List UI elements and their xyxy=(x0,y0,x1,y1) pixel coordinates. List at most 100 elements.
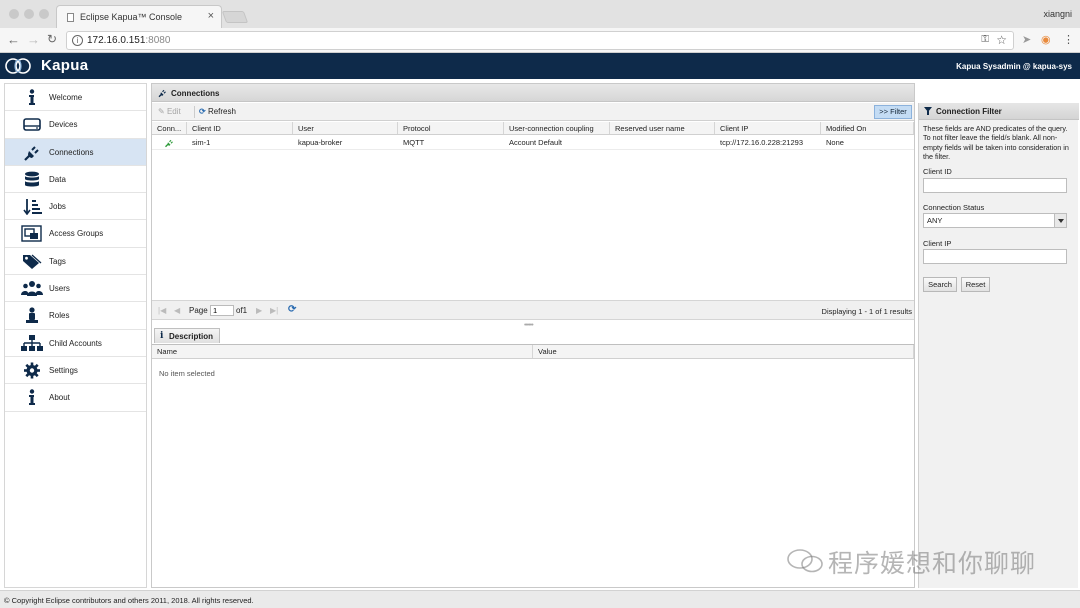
sidebar-item-settings[interactable]: Settings xyxy=(5,357,146,385)
sidebar-item-label: Devices xyxy=(49,120,78,130)
page-of-label: of1 xyxy=(236,306,248,315)
sidebar-item-label: Child Accounts xyxy=(49,338,102,348)
column-header[interactable]: User xyxy=(293,122,398,134)
jobs-icon xyxy=(23,199,42,216)
key-icon[interactable]: ⚿ xyxy=(981,34,989,45)
sidebar-item-tags[interactable]: Tags xyxy=(5,248,146,276)
tab-title: Eclipse Kapua™ Console xyxy=(80,12,183,22)
browser-tab[interactable]: Eclipse Kapua™ Console × xyxy=(56,5,222,28)
column-header[interactable]: User-connection coupling xyxy=(504,122,610,134)
site-info-icon[interactable]: i xyxy=(72,35,83,46)
connection-status-select[interactable]: ANY xyxy=(923,213,1067,228)
window-minimize-dot[interactable] xyxy=(24,9,34,19)
cell-coupling: Account Default xyxy=(509,138,562,147)
cell-reserved-user xyxy=(610,135,715,149)
filter-description: These fields are AND predicates of the q… xyxy=(923,124,1069,161)
status-cell xyxy=(152,135,187,149)
sidebar-item-label: Users xyxy=(49,284,70,294)
extension-icon[interactable]: ◉ xyxy=(1041,33,1051,46)
tab-description[interactable]: i Description xyxy=(154,328,220,343)
search-button[interactable]: Search xyxy=(923,277,957,292)
sidebar-nav: Welcome Devices Connections Data Jobs Ac… xyxy=(4,83,147,588)
refresh-icon: ⟳ xyxy=(199,107,206,116)
next-page-icon[interactable]: ▶ xyxy=(256,306,262,315)
database-icon xyxy=(25,171,39,187)
current-user[interactable]: Kapua Sysadmin @ kapua-sys xyxy=(956,62,1072,71)
tab-close-icon[interactable]: × xyxy=(208,10,214,22)
profile-name[interactable]: xiangni xyxy=(1043,9,1072,19)
page-label: Page xyxy=(189,306,208,315)
column-header[interactable]: Modified On xyxy=(821,122,914,134)
tab-label: Description xyxy=(169,332,214,341)
chevron-down-icon[interactable] xyxy=(1054,214,1066,227)
sidebar-item-connections[interactable]: Connections xyxy=(5,138,146,166)
forward-icon[interactable]: → xyxy=(27,32,40,47)
last-page-icon[interactable]: ▶| xyxy=(270,306,278,315)
url-text[interactable]: 172.16.0.151:8080 xyxy=(87,35,170,46)
sidebar-item-welcome[interactable]: Welcome xyxy=(5,84,146,112)
sidebar-item-about[interactable]: About xyxy=(5,384,146,412)
document-icon xyxy=(67,13,74,22)
cell-client-ip: tcp://172.16.0.228:21293 xyxy=(720,138,803,147)
grid-header: Conn... Client ID User Protocol User-con… xyxy=(152,122,914,135)
refresh-page-icon[interactable]: ⟳ xyxy=(288,304,296,315)
info-icon xyxy=(29,389,35,406)
new-tab-button[interactable] xyxy=(221,11,249,23)
access-groups-icon xyxy=(21,225,42,243)
reset-button[interactable]: Reset xyxy=(961,277,990,292)
browser-menu-icon[interactable]: ⋮ xyxy=(1063,33,1074,46)
reload-icon[interactable]: ↻ xyxy=(47,32,57,46)
connection-filter-panel: Connection Filter These fields are AND p… xyxy=(918,103,1079,588)
displaying-count: Displaying 1 - 1 of 1 results xyxy=(821,307,912,316)
window-maximize-dot[interactable] xyxy=(39,9,49,19)
tags-icon xyxy=(23,254,42,269)
page-number-input[interactable] xyxy=(210,305,234,316)
sidebar-item-data[interactable]: Data xyxy=(5,166,146,194)
panel-header: Connections xyxy=(152,84,914,102)
filter-toggle-button[interactable]: >> Filter xyxy=(874,105,912,119)
window-close-dot[interactable] xyxy=(9,9,19,19)
sidebar-item-label: Data xyxy=(49,174,66,184)
sidebar-item-label: Roles xyxy=(49,311,70,321)
info-icon xyxy=(29,89,35,105)
edit-button[interactable]: ✎ Edit xyxy=(158,107,181,116)
column-header[interactable]: Reserved user name xyxy=(610,122,715,134)
grid-header: Name Value xyxy=(152,345,914,359)
cell-modified-on: None xyxy=(826,138,844,147)
filter-header: Connection Filter xyxy=(919,103,1079,120)
column-header[interactable]: Value xyxy=(533,345,914,358)
column-header[interactable]: Client ID xyxy=(187,122,293,134)
first-page-icon[interactable]: |◀ xyxy=(158,306,166,315)
plug-icon xyxy=(158,89,166,98)
toolbar-separator xyxy=(194,106,195,118)
sidebar-item-users[interactable]: Users xyxy=(5,275,146,303)
column-header[interactable]: Protocol xyxy=(398,122,504,134)
kapua-logo-icon xyxy=(5,58,31,74)
extension-send-icon[interactable]: ➤ xyxy=(1022,33,1031,46)
sidebar-item-access-groups[interactable]: Access Groups xyxy=(5,220,146,248)
connection-status-value: ANY xyxy=(927,216,943,225)
sidebar-item-devices[interactable]: Devices xyxy=(5,111,146,139)
column-header[interactable]: Client IP xyxy=(715,122,821,134)
sidebar-item-jobs[interactable]: Jobs xyxy=(5,193,146,221)
sidebar-item-child-accounts[interactable]: Child Accounts xyxy=(5,330,146,357)
client-id-input[interactable] xyxy=(923,178,1067,193)
refresh-button[interactable]: ⟳ Refresh xyxy=(199,107,236,116)
column-header[interactable]: Name xyxy=(152,345,533,358)
info-icon: i xyxy=(160,331,164,341)
gear-icon xyxy=(24,362,40,379)
app-header: Kapua Kapua Sysadmin @ kapua-sys xyxy=(0,53,1080,79)
table-row[interactable]: sim-1 kapua-broker MQTT Account Default … xyxy=(152,135,914,150)
client-ip-input[interactable] xyxy=(923,249,1067,264)
edit-icon: ✎ xyxy=(158,107,165,116)
splitter-handle[interactable]: •••••• xyxy=(524,322,534,329)
sidebar-item-roles[interactable]: Roles xyxy=(5,302,146,330)
url-bar[interactable]: i 172.16.0.151:8080 ⚿ ☆ xyxy=(66,31,1014,50)
bookmark-star-icon[interactable]: ☆ xyxy=(996,33,1007,47)
cell-user: kapua-broker xyxy=(298,138,343,147)
sidebar-item-label: About xyxy=(49,393,70,403)
column-header[interactable]: Conn... xyxy=(152,122,187,134)
description-grid: Name Value No item selected xyxy=(152,344,914,378)
back-icon[interactable]: ← xyxy=(7,32,20,47)
prev-page-icon[interactable]: ◀ xyxy=(174,306,180,315)
